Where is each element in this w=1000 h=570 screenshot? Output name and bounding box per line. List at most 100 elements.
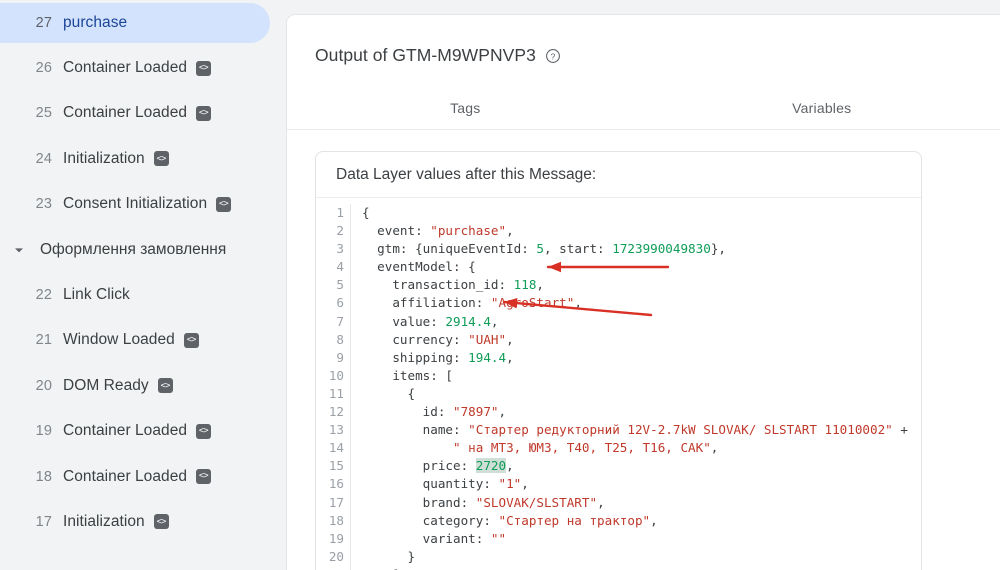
message-row-20[interactable]: 20 DOM Ready <> xyxy=(0,363,278,408)
message-index: 23 xyxy=(35,196,52,213)
message-row-18[interactable]: 18 Container Loaded <> xyxy=(0,454,278,499)
code-line[interactable]: category: "Стартер на трактор", xyxy=(362,512,921,530)
line-number: 2 xyxy=(336,223,344,239)
message-row-26[interactable]: 26 Container Loaded <> xyxy=(0,45,278,90)
code-line[interactable]: variant: "" xyxy=(362,530,921,548)
line-number: 4 xyxy=(336,259,344,275)
message-index: 27 xyxy=(35,14,52,31)
code-token: "SLOVAK/SLSTART" xyxy=(475,494,598,510)
code-badge-icon: <> xyxy=(196,423,212,439)
page-title: Output of GTM-M9WPNVP3 xyxy=(315,45,536,65)
code-token: 1723990049830 xyxy=(612,241,711,257)
code-line[interactable]: price: 2720, xyxy=(362,457,921,475)
line-number: 1 xyxy=(336,205,344,220)
message-label: Container Loaded xyxy=(63,467,188,485)
code-token: 5 xyxy=(536,241,544,257)
code-token: , xyxy=(506,458,514,474)
message-label: Initialization xyxy=(63,512,145,530)
message-index: 19 xyxy=(35,423,52,440)
code-token: event: xyxy=(362,223,431,239)
message-index: 24 xyxy=(35,150,52,167)
message-label: purchase xyxy=(63,13,128,31)
code-token: , xyxy=(498,404,507,420)
code-line[interactable]: affiliation: "AgroStart", xyxy=(362,294,921,312)
line-number: 3 xyxy=(336,241,344,257)
code-token: "Стартер на трактор" xyxy=(498,512,651,528)
tab-tags[interactable]: Tags xyxy=(287,86,644,129)
code-line[interactable]: transaction_id: 118, xyxy=(362,276,921,294)
line-number-gutter: 123456789101112131415161718192021 xyxy=(316,204,351,570)
code-line[interactable]: quantity: "1", xyxy=(362,475,921,493)
code-token: "purchase" xyxy=(430,223,507,239)
message-group-header[interactable]: Оформлення замовлення xyxy=(0,227,278,272)
help-circle-icon[interactable]: ? xyxy=(545,48,561,64)
message-index: 21 xyxy=(35,332,52,349)
message-row-22[interactable]: 22 Link Click xyxy=(0,272,278,317)
message-label: Container Loaded xyxy=(63,422,188,440)
code-token: 194.4 xyxy=(468,349,507,365)
line-number: 5 xyxy=(336,277,344,293)
code-token: currency: xyxy=(362,331,469,347)
line-number: 14 xyxy=(328,440,344,456)
code-line[interactable]: { xyxy=(362,204,921,222)
code-token: , xyxy=(506,223,514,239)
message-row-24[interactable]: 24 Initialization <> xyxy=(0,136,278,181)
message-label: Initialization xyxy=(63,149,145,167)
code-token: 2720 xyxy=(475,458,507,474)
code-line[interactable]: currency: "UAH", xyxy=(362,331,921,349)
code-line[interactable]: ] xyxy=(362,566,921,570)
code-token: gtm: {uniqueEventId: xyxy=(362,241,537,257)
message-row-25[interactable]: 25 Container Loaded <> xyxy=(0,91,278,136)
code-badge-icon: <> xyxy=(216,196,232,212)
code-line[interactable]: shipping: 194.4, xyxy=(362,349,921,367)
svg-text:?: ? xyxy=(551,51,556,61)
code-token: brand: xyxy=(362,494,476,510)
code-content[interactable]: { event: "purchase", gtm: {uniqueEventId… xyxy=(351,204,921,570)
code-badge-icon: <> xyxy=(157,378,173,394)
code-token: , xyxy=(490,313,499,329)
message-index: 17 xyxy=(35,513,52,530)
message-row-27[interactable]: 27 purchase xyxy=(0,0,278,45)
line-number: 6 xyxy=(336,295,344,311)
code-token: value: xyxy=(362,313,446,329)
code-token: { xyxy=(362,385,416,401)
line-number: 19 xyxy=(328,530,344,546)
tab-variables[interactable]: Variables xyxy=(644,86,1000,129)
code-line[interactable]: gtm: {uniqueEventId: 5, start: 172399004… xyxy=(362,240,921,258)
code-line[interactable]: eventModel: { xyxy=(362,258,921,276)
code-line[interactable]: id: "7897", xyxy=(362,403,921,421)
code-line[interactable]: event: "purchase", xyxy=(362,222,921,240)
message-index: 25 xyxy=(35,105,52,122)
line-number: 8 xyxy=(336,331,344,347)
message-index: 20 xyxy=(35,377,52,394)
code-line[interactable]: " на МТЗ, ЮМЗ, Т40, Т25, Т16, САК", xyxy=(362,439,921,457)
code-line[interactable]: items: [ xyxy=(362,367,921,385)
code-token: { xyxy=(362,205,370,220)
code-token: affiliation: xyxy=(362,295,491,311)
code-token: 2914.4 xyxy=(445,313,491,329)
message-label: Link Click xyxy=(63,286,130,304)
code-viewer[interactable]: 123456789101112131415161718192021 { even… xyxy=(316,198,921,570)
code-token: variant: xyxy=(362,530,491,546)
code-line[interactable]: } xyxy=(362,548,921,566)
gtm-preview-screen: 27 purchase 26 Container Loaded <> 25 Containe… xyxy=(0,0,1000,570)
chevron-down-icon[interactable] xyxy=(11,242,27,258)
code-token: , xyxy=(536,277,544,293)
message-row-19[interactable]: 19 Container Loaded <> xyxy=(0,409,278,454)
line-number: 15 xyxy=(328,458,344,474)
code-line[interactable]: name: "Стартер редукторний 12V-2.7kW SLO… xyxy=(362,421,921,439)
code-line[interactable]: brand: "SLOVAK/SLSTART", xyxy=(362,494,921,512)
message-index: 26 xyxy=(35,60,52,77)
code-line[interactable]: { xyxy=(362,385,921,403)
code-token: transaction_id: xyxy=(362,277,514,293)
message-row-23[interactable]: 23 Consent Initialization <> xyxy=(0,182,278,227)
tab-variables-label: Variables xyxy=(792,99,852,116)
message-row-17[interactable]: 17 Initialization <> xyxy=(0,499,278,544)
message-label: Consent Initialization xyxy=(63,195,208,213)
tab-bar[interactable]: Tags Variables xyxy=(287,86,1000,130)
code-token: quantity: xyxy=(362,476,499,492)
code-line[interactable]: value: 2914.4, xyxy=(362,313,921,331)
message-row-21[interactable]: 21 Window Loaded <> xyxy=(0,318,278,363)
message-label: Container Loaded xyxy=(63,59,188,77)
message-list-sidebar[interactable]: 27 purchase 26 Container Loaded <> 25 Containe… xyxy=(0,0,278,570)
